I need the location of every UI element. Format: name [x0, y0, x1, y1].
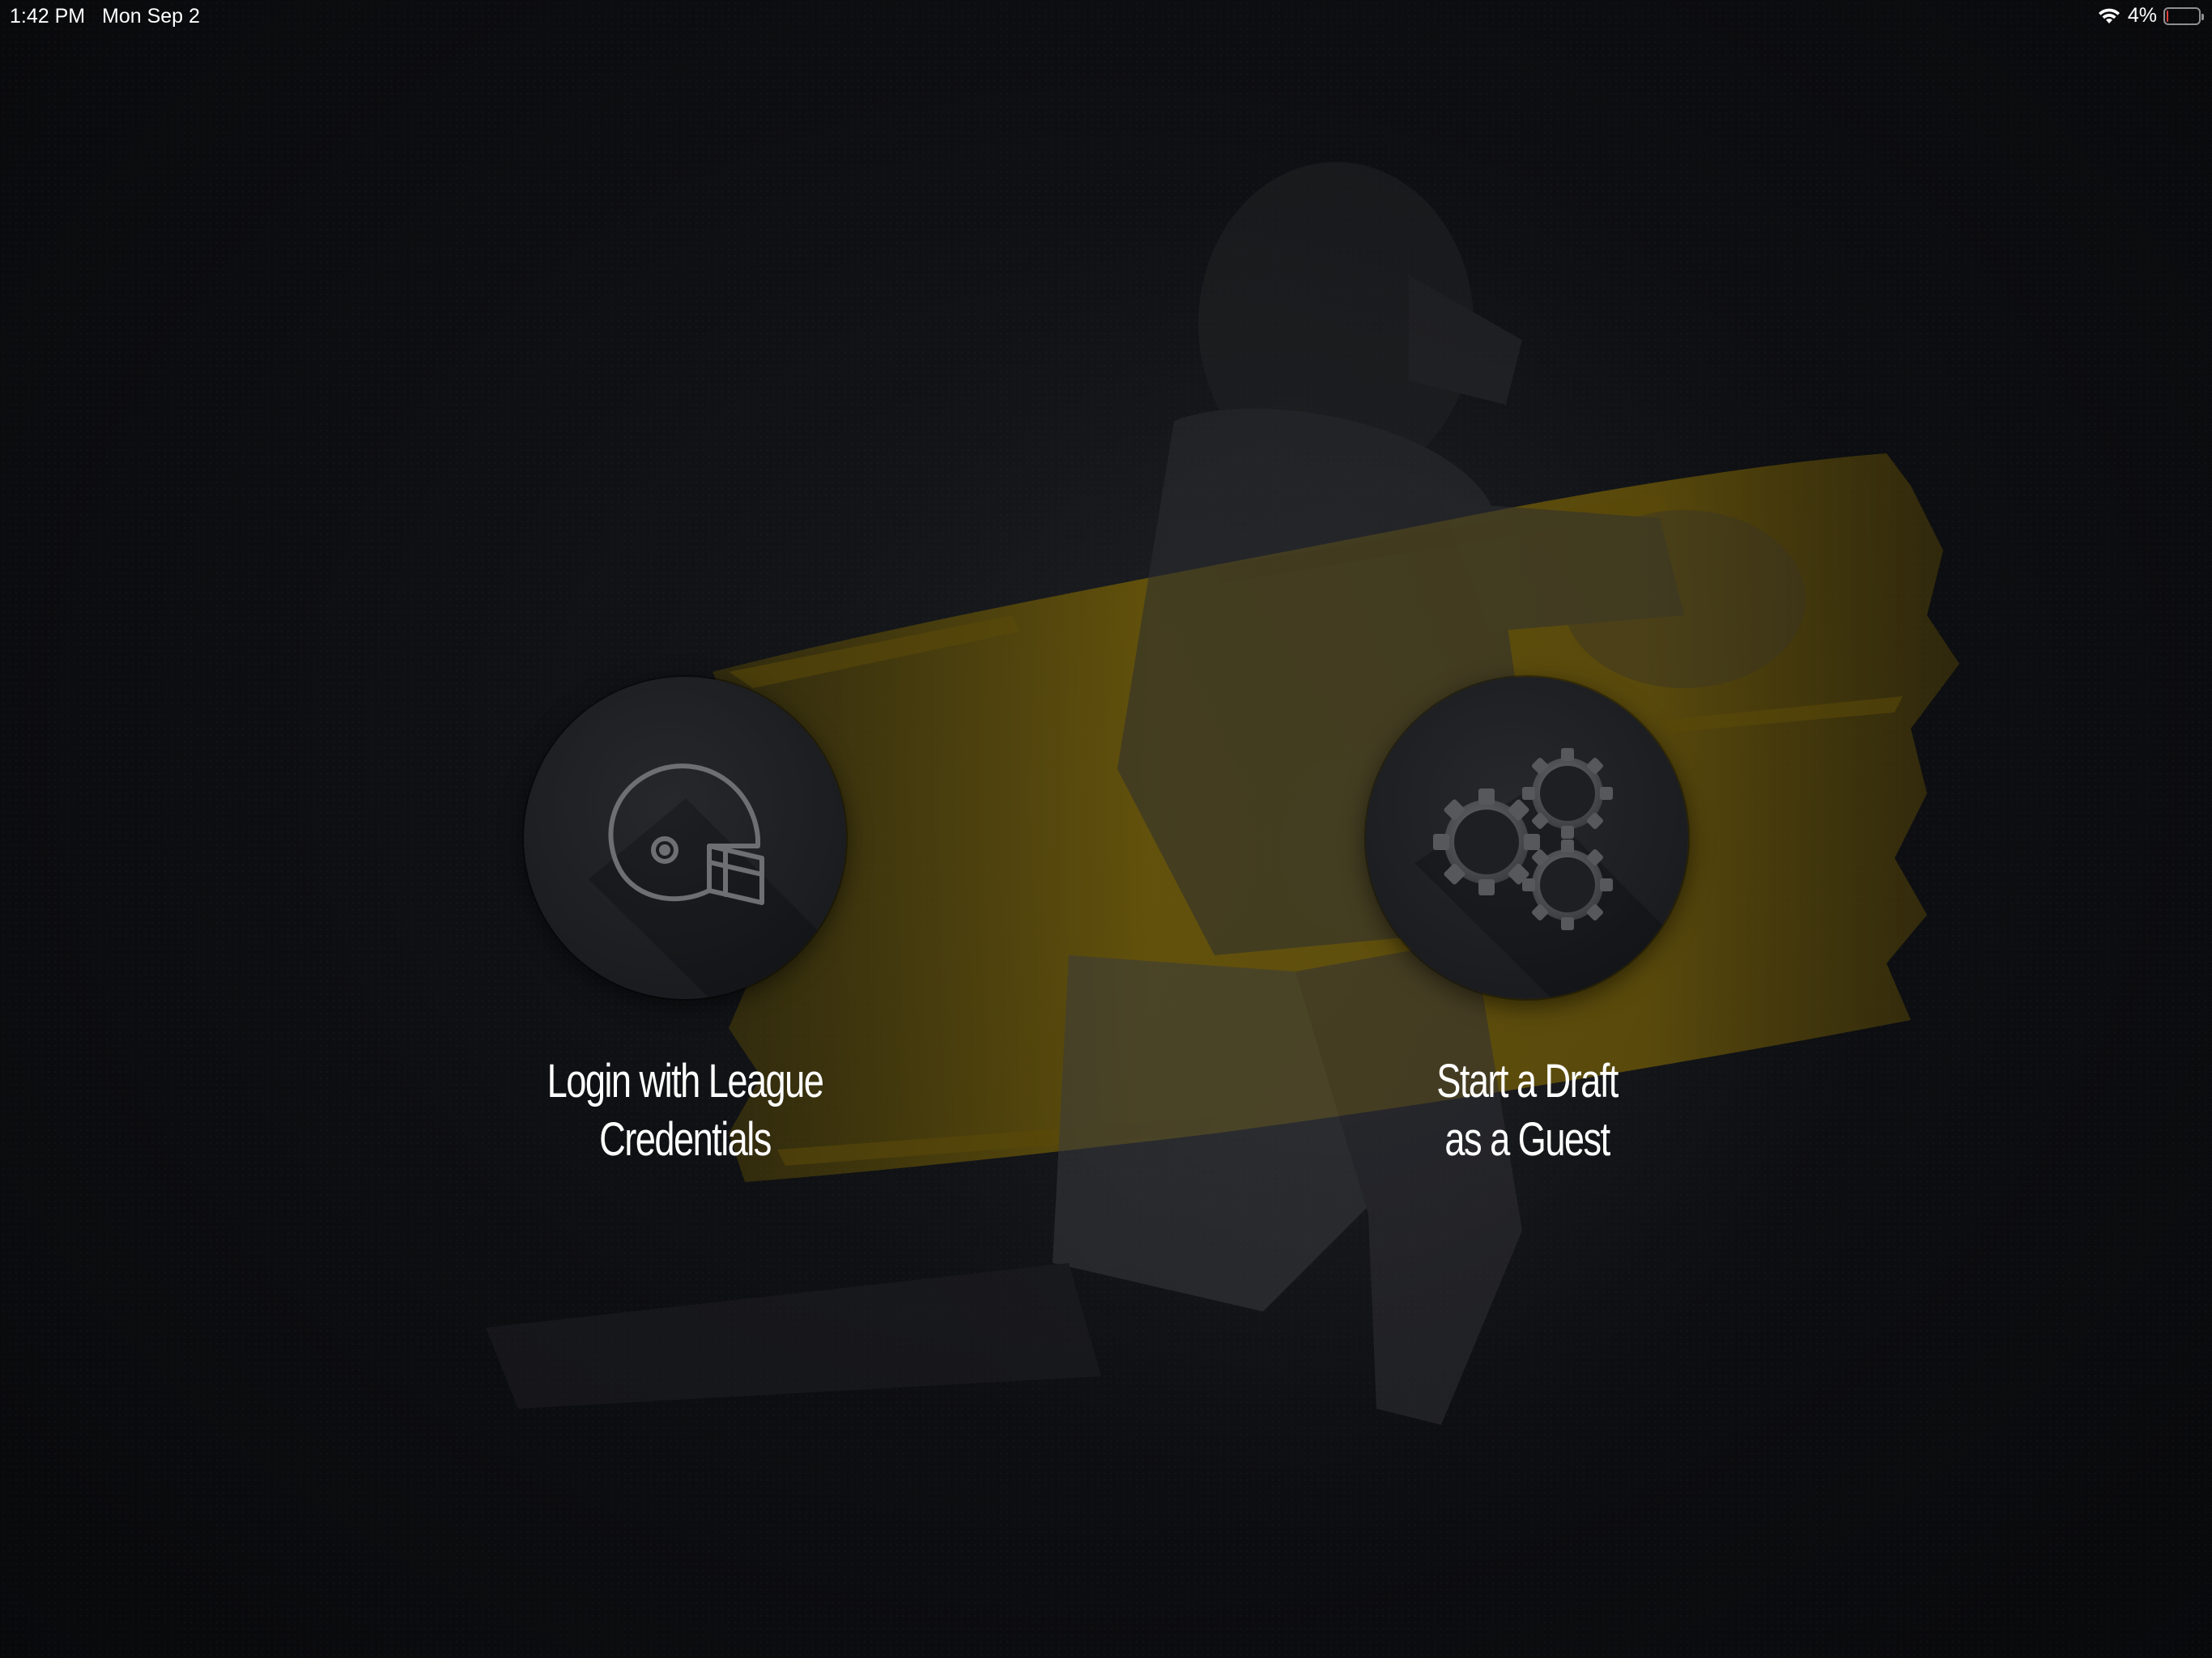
- guest-label[interactable]: Start a Draft as a Guest: [1338, 1052, 1716, 1169]
- guest-label-line2: as a Guest: [1444, 1113, 1610, 1166]
- battery-icon: [2163, 6, 2204, 25]
- background-artwork: [486, 162, 1959, 1538]
- guest-button[interactable]: [1366, 677, 1688, 999]
- gear-top: [1522, 748, 1613, 839]
- status-bar: 1:42 PM Mon Sep 2 4%: [0, 0, 2212, 32]
- status-time: 1:42 PM: [10, 5, 86, 28]
- start-draft-guest-action[interactable]: Start a Draft as a Guest: [1284, 677, 1770, 1169]
- login-button[interactable]: [524, 677, 846, 999]
- welcome-screen: 1:42 PM Mon Sep 2 4% Login with League C…: [0, 0, 2212, 1658]
- wifi-icon: [2098, 8, 2120, 23]
- status-right: 4%: [2097, 4, 2204, 28]
- football-helmet-icon: [608, 763, 764, 905]
- gear-bottom: [1522, 840, 1613, 930]
- battery-fill: [2167, 10, 2169, 22]
- login-label-line1: Login with League: [547, 1055, 824, 1107]
- login-label[interactable]: Login with League Credentials: [496, 1052, 874, 1169]
- gears-icon: [1433, 748, 1613, 930]
- login-with-league-action[interactable]: Login with League Credentials: [442, 677, 928, 1169]
- guest-label-line1: Start a Draft: [1436, 1055, 1619, 1107]
- battery-percent: 4%: [2127, 4, 2157, 27]
- login-label-line2: Credentials: [599, 1113, 772, 1166]
- status-date: Mon Sep 2: [102, 5, 200, 28]
